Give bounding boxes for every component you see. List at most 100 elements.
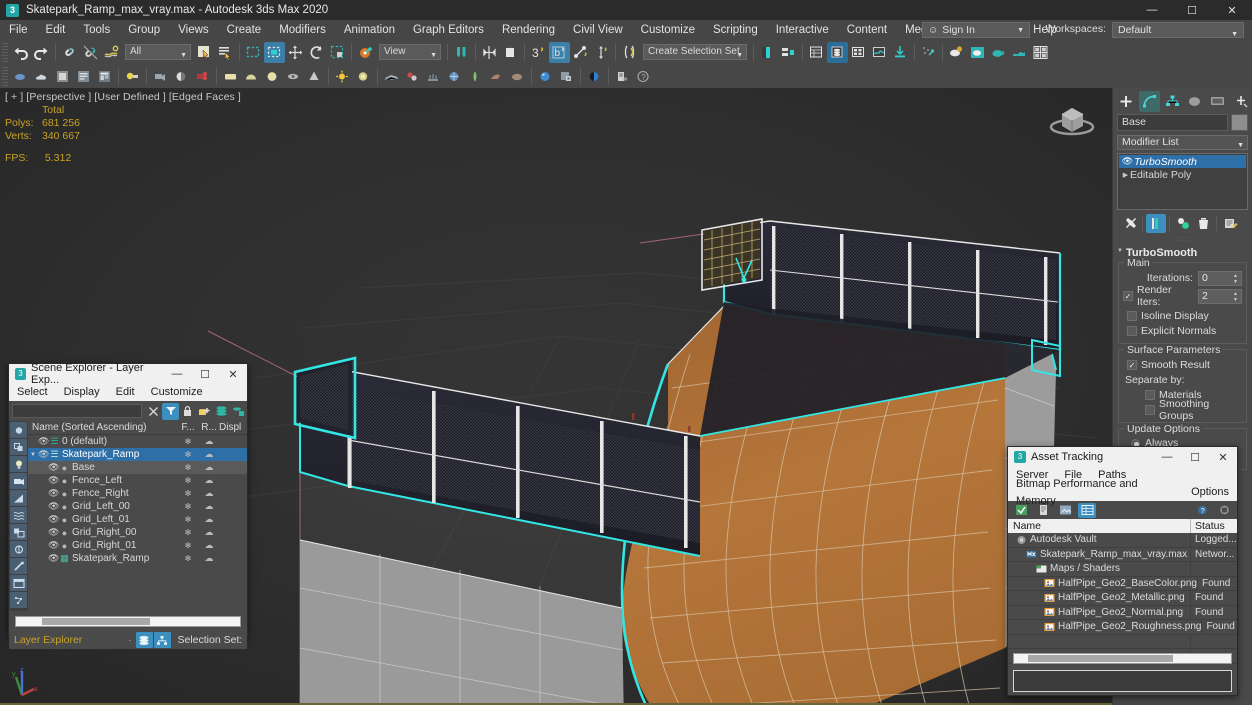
table-row[interactable]: HalfPipe_Geo2_BaseColor.png Found xyxy=(1008,576,1237,591)
help-icon[interactable]: ? xyxy=(1193,503,1211,518)
select-by-name-icon[interactable] xyxy=(215,42,236,63)
eye-icon[interactable]: 👁 xyxy=(48,475,59,486)
frozen-cell[interactable]: ✻ xyxy=(177,437,199,446)
menu-content[interactable]: Content xyxy=(838,20,896,40)
render-cell[interactable]: ☁ xyxy=(199,436,219,447)
spinner-arrows[interactable]: ▲ ▼ xyxy=(1231,273,1240,285)
menu-modifiers[interactable]: Modifiers xyxy=(270,20,335,40)
maxscript-listener-icon[interactable] xyxy=(619,42,640,63)
modifier-list-dropdown[interactable]: Modifier List ▼ xyxy=(1117,135,1248,150)
render-cell[interactable]: ☁ xyxy=(199,475,219,486)
open-container-icon[interactable] xyxy=(1009,42,1030,63)
frozen-cell[interactable]: ✻ xyxy=(177,554,199,563)
add-layer-icon[interactable] xyxy=(196,403,213,420)
particles-icon[interactable] xyxy=(10,592,27,608)
list-item[interactable]: 👁 ● Grid_Left_00 ✻ ☁ xyxy=(28,500,247,513)
scene-explorer-list[interactable]: Name (Sorted Ascending) F... R... Displ … xyxy=(28,421,247,611)
open-teapot-icon[interactable] xyxy=(988,42,1009,63)
sun-light-icon[interactable] xyxy=(332,66,353,87)
spinner-arrows[interactable]: ▲ ▼ xyxy=(1231,291,1240,303)
table-row[interactable]: Maps / Shaders xyxy=(1008,561,1237,577)
menu-graph-editors[interactable]: Graph Editors xyxy=(404,20,493,40)
frozen-cell[interactable]: ✻ xyxy=(177,502,199,511)
remove-modifier-icon[interactable] xyxy=(1193,214,1213,233)
vray-frame-buffer-icon[interactable] xyxy=(10,66,31,87)
table-row[interactable]: HalfPipe_Geo2_Normal.png Found xyxy=(1008,605,1237,620)
select-layer-objects-icon[interactable] xyxy=(230,403,247,420)
pin-stack-icon[interactable] xyxy=(1119,214,1139,233)
table-row[interactable]: Autodesk Vault Logged... xyxy=(1008,532,1237,548)
menu-customize[interactable]: Customize xyxy=(632,20,704,40)
eye-icon[interactable]: 👁 xyxy=(1121,156,1134,167)
maximize-icon[interactable]: ☐ xyxy=(191,364,219,384)
eye-icon[interactable]: 👁 xyxy=(48,462,59,473)
menu-edit[interactable]: Edit xyxy=(37,20,75,40)
render-in-cloud-icon[interactable] xyxy=(869,42,890,63)
menu-group[interactable]: Group xyxy=(119,20,169,40)
open-render-to-texture-icon[interactable] xyxy=(890,42,911,63)
eye-icon[interactable]: 👁 xyxy=(48,514,59,525)
asset-name-cell[interactable]: Maps / Shaders xyxy=(1008,561,1191,576)
menu-tools[interactable]: Tools xyxy=(74,20,119,40)
material-editor-icon[interactable] xyxy=(757,42,778,63)
layer-explorer-3-icon[interactable]: 3 xyxy=(528,42,549,63)
quad-light-icon[interactable] xyxy=(220,66,241,87)
frozen-cell[interactable]: ✻ xyxy=(177,463,199,472)
render-cell[interactable]: ☁ xyxy=(199,449,219,460)
chevron-right-icon[interactable]: ▶ xyxy=(1121,171,1130,179)
dome-light-icon[interactable] xyxy=(241,66,262,87)
bones-icon[interactable] xyxy=(10,558,27,574)
list-item[interactable]: ▼ 👁 ☰ Skatepark_Ramp ✻ ☁ xyxy=(28,448,247,461)
menu-create[interactable]: Create xyxy=(218,20,271,40)
undo-icon[interactable] xyxy=(10,42,31,63)
maximize-icon[interactable]: ☐ xyxy=(1172,0,1212,20)
asset-name-cell[interactable]: HalfPipe_Geo2_Normal.png xyxy=(1008,605,1191,620)
helpers-icon[interactable] xyxy=(10,490,27,506)
eye-icon[interactable]: 👁 xyxy=(48,488,59,499)
lock-icon[interactable] xyxy=(179,403,196,420)
render-cell[interactable]: ☁ xyxy=(199,462,219,473)
reference-coordinate-dropdown[interactable]: View ▼ xyxy=(379,44,441,60)
table-row-empty[interactable] xyxy=(1008,634,1237,649)
vray-sphere-icon[interactable] xyxy=(444,66,465,87)
render-iters-checkbox[interactable]: ✓ xyxy=(1123,291,1133,301)
list-item[interactable]: 👁 ● Fence_Right ✻ ☁ xyxy=(28,487,247,500)
groups-icon[interactable] xyxy=(10,524,27,540)
clear-filter-icon[interactable] xyxy=(145,403,162,420)
isoline-display-row[interactable]: Isoline Display xyxy=(1123,308,1242,323)
smooth-result-checkbox[interactable]: ✓ xyxy=(1127,359,1137,370)
placement-tool-icon[interactable] xyxy=(355,42,376,63)
list-item[interactable]: 👁 ● Grid_Right_00 ✻ ☁ xyxy=(28,526,247,539)
select-and-move-icon[interactable] xyxy=(285,42,306,63)
asset-tracking-rows[interactable]: Autodesk Vault Logged... Skatepark_Ramp_… xyxy=(1008,532,1237,664)
mesh-light-icon[interactable] xyxy=(304,66,325,87)
frozen-cell[interactable]: ✻ xyxy=(177,450,199,459)
window-crossing-toggle-icon[interactable] xyxy=(264,41,285,63)
se-menu-customize[interactable]: Customize xyxy=(143,384,211,401)
xrefs-icon[interactable] xyxy=(10,541,27,557)
select-all-icon[interactable] xyxy=(10,422,27,438)
close-icon[interactable]: ✕ xyxy=(1212,0,1252,20)
modifier-stack[interactable]: 👁 TurboSmooth ▶ Editable Poly xyxy=(1117,153,1248,210)
space-warps-icon[interactable] xyxy=(10,507,27,523)
smooth-result-row[interactable]: ✓ Smooth Result xyxy=(1123,357,1242,372)
frozen-cell[interactable]: ✻ xyxy=(177,515,199,524)
list-item[interactable]: 👁 ● Grid_Left_01 ✻ ☁ xyxy=(28,513,247,526)
eye-icon[interactable]: 👁 xyxy=(48,527,59,538)
ambient-light-icon[interactable] xyxy=(353,66,374,87)
eye-icon[interactable]: 👁 xyxy=(48,553,59,564)
vray-light-lister-icon[interactable] xyxy=(52,66,73,87)
render-frame-window-icon[interactable] xyxy=(827,41,848,63)
redo-icon[interactable] xyxy=(31,42,52,63)
vray-scene-stats-icon[interactable] xyxy=(612,66,633,87)
close-icon[interactable]: ✕ xyxy=(219,364,247,384)
render-cell[interactable]: ☁ xyxy=(199,501,219,512)
render-iters-spinner[interactable]: 2 ▲ ▼ xyxy=(1198,288,1242,304)
layer-explorer-mode-icon[interactable] xyxy=(135,632,153,648)
menu-rendering[interactable]: Rendering xyxy=(493,20,564,40)
vray-cloud-icon[interactable] xyxy=(31,66,52,87)
menu-interactive[interactable]: Interactive xyxy=(767,20,838,40)
hierarchy-explorer-mode-icon[interactable] xyxy=(153,632,171,648)
set-key-filters-icon[interactable] xyxy=(591,42,612,63)
toolbar-grip[interactable] xyxy=(2,42,8,62)
